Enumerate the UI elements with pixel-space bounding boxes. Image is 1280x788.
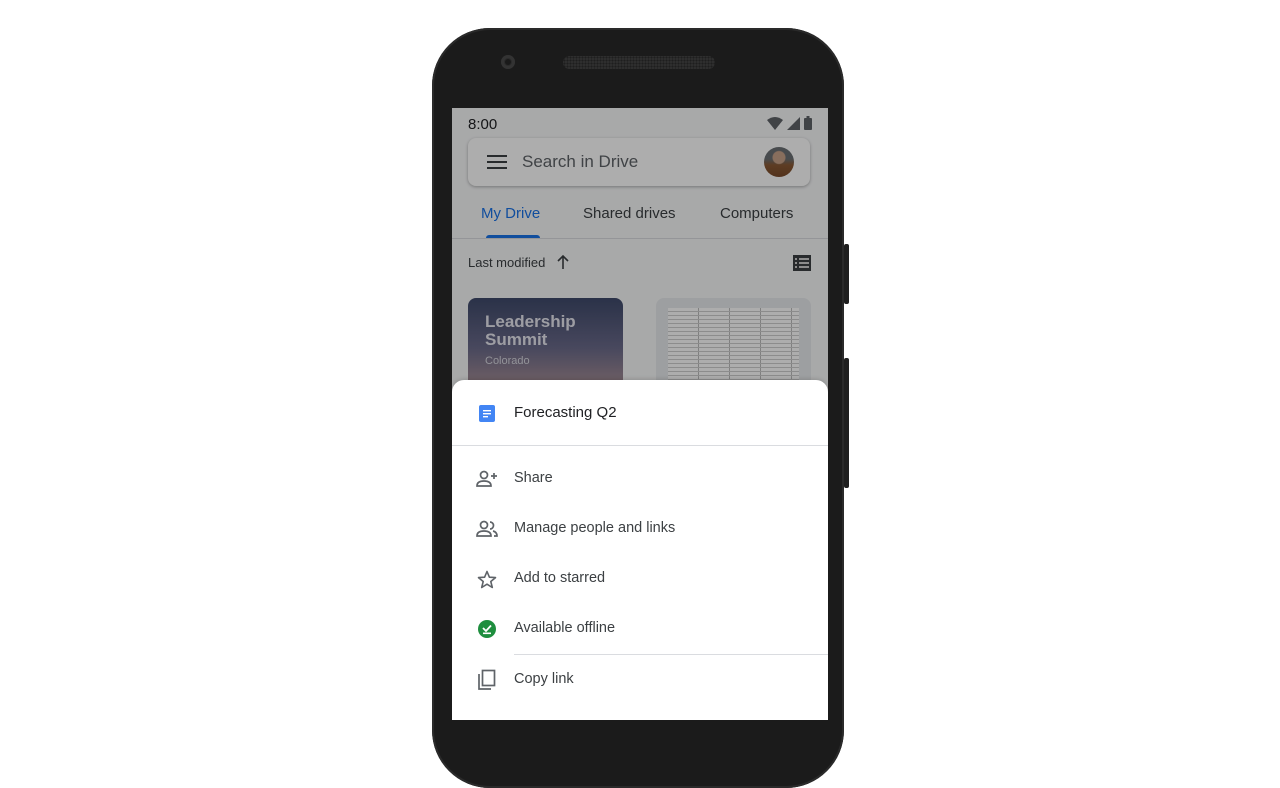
copy-icon [478,669,496,690]
tab-shared-drives[interactable]: Shared drives [583,205,676,222]
search-bar[interactable]: Search in Drive [468,138,810,186]
hamburger-menu-icon[interactable] [486,152,508,172]
file-name: Forecasting Q2 [514,404,617,421]
sort-row: Last modified [468,254,812,274]
earpiece-speaker [563,56,715,69]
google-docs-icon [479,405,495,422]
card-subtitle: Colorado [485,355,530,367]
menu-item-label: Manage people and links [514,520,676,536]
people-icon [476,520,498,537]
phone-screen: 8:00 Search in Drive My Drive Shared dri… [452,108,828,720]
power-button [844,358,849,488]
search-input[interactable]: Search in Drive [522,152,638,172]
tab-my-drive[interactable]: My Drive [481,205,540,222]
menu-item-add-starred[interactable]: Add to starred [452,554,828,604]
account-avatar[interactable] [764,147,794,177]
menu-item-label: Add to starred [514,570,606,586]
card-title-line1: Leadership [485,312,576,331]
menu-item-send-copy[interactable]: Send a copy [452,705,828,720]
menu-item-copy-link[interactable]: Copy link [452,655,828,705]
battery-icon [804,116,812,130]
menu-item-label: Copy link [514,671,574,687]
cellular-signal-icon [787,116,800,130]
active-tab-indicator [486,235,540,238]
offline-check-icon [478,620,496,638]
arrow-up-icon[interactable] [556,254,570,270]
list-view-icon[interactable] [792,254,812,272]
menu-item-available-offline[interactable]: Available offline [452,604,828,654]
person-add-icon [476,470,497,487]
menu-item-manage-people[interactable]: Manage people and links [452,504,828,554]
status-time: 8:00 [468,116,498,133]
card-title-line2: Summit [485,330,548,349]
star-outline-icon [477,570,497,588]
drive-tabs: My Drive Shared drives Computers [452,192,828,239]
wifi-icon [767,116,783,130]
tab-computers[interactable]: Computers [720,205,793,222]
volume-button [844,244,849,304]
bottom-sheet-menu: Forecasting Q2 Share Manage people and l… [452,380,828,720]
sort-label[interactable]: Last modified [468,255,545,270]
menu-item-share[interactable]: Share [452,454,828,504]
status-bar: 8:00 [452,108,828,138]
menu-item-label: Share [514,470,553,486]
front-camera [501,55,515,69]
sheet-header: Forecasting Q2 [452,380,828,446]
menu-item-label: Available offline [514,620,616,636]
